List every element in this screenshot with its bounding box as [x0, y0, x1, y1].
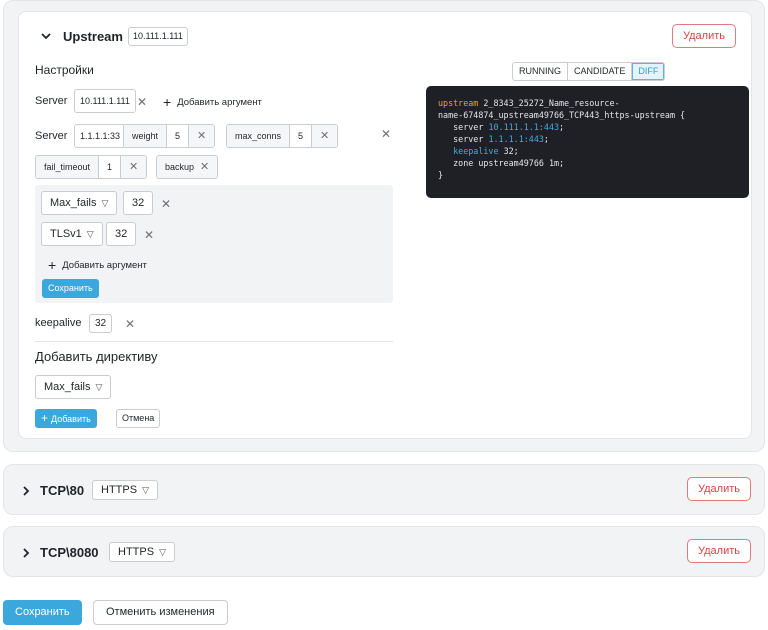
protocol-value: HTTPS [118, 546, 155, 558]
close-icon[interactable]: ✕ [121, 156, 147, 178]
upstream-address-tag: 10.111.1.111 [128, 27, 188, 46]
view-mode-diff[interactable]: DIFF [632, 63, 665, 80]
param-value[interactable]: 5 [167, 125, 190, 147]
tcp80-title: TCP\80 [40, 483, 85, 498]
code-text: 32; [503, 146, 519, 156]
upstream-panel: Upstream 10.111.1.111 Удалить Настройки … [3, 0, 765, 452]
chevron-down-icon: ▽ [159, 547, 166, 557]
code-text: server [453, 122, 484, 132]
tcp8080-title: TCP\8080 [40, 545, 99, 560]
weight-param: weight 5 ✕ [123, 124, 216, 148]
close-icon[interactable]: ✕ [161, 198, 171, 210]
keepalive-label: keepalive [35, 317, 82, 329]
max-conns-param: max_conns 5 ✕ [226, 124, 339, 148]
param-select-value: TLSv1 [50, 228, 82, 240]
param-name: backup [157, 156, 198, 178]
backup-param: backup ✕ [156, 155, 219, 179]
delete-upstream-button[interactable]: Удалить [672, 24, 736, 48]
view-mode-running[interactable]: RUNNING [513, 63, 568, 80]
param-name: weight [124, 125, 168, 147]
close-icon[interactable]: ✕ [137, 96, 147, 108]
server-address-field[interactable]: 1.1.1.1:33 [74, 124, 127, 148]
upstream-card: Upstream 10.111.1.111 Удалить Настройки … [18, 11, 752, 439]
keepalive-value-field[interactable]: 32 [89, 314, 113, 333]
close-icon[interactable]: ✕ [189, 125, 215, 147]
chevron-down-icon: ▽ [142, 485, 149, 495]
param-select[interactable]: TLSv1 ▽ [41, 222, 103, 246]
add-directive-button[interactable]: + Добавить [35, 409, 97, 428]
param-select[interactable]: Max_fails ▽ [41, 191, 118, 215]
param-value-field[interactable]: 32 [123, 191, 154, 215]
param-value-field[interactable]: 32 [106, 222, 137, 246]
code-ip: 10.111.1.1:443 [488, 122, 560, 132]
code-text: name-674874_upstream49766_TCP443_https-u… [438, 110, 686, 120]
server-label: Server [35, 130, 68, 142]
close-icon[interactable]: ✕ [197, 156, 218, 178]
chevron-right-icon[interactable] [19, 546, 33, 560]
tcp80-protocol-select[interactable]: HTTPS ▽ [92, 480, 158, 500]
delete-tcp80-button[interactable]: Удалить [687, 477, 751, 501]
code-text: zone upstream49766 1m; [453, 158, 565, 168]
tcp8080-protocol-select[interactable]: HTTPS ▽ [109, 542, 175, 562]
plus-icon: + [41, 411, 49, 425]
add-directive-title: Добавить директиву [35, 349, 158, 364]
close-icon[interactable]: ✕ [125, 318, 135, 330]
chevron-down-icon: ▽ [86, 229, 94, 239]
plus-icon: + [48, 257, 57, 273]
config-preview: upstream 2_8343_25272_Name_resource- nam… [426, 86, 749, 198]
cancel-directive-button[interactable]: Отмена [116, 409, 161, 428]
delete-tcp8080-button[interactable]: Удалить [687, 539, 751, 563]
upstream-title: Upstream [63, 29, 123, 44]
code-text: server [453, 134, 484, 144]
tcp8080-panel[interactable]: TCP\8080 HTTPS ▽ Удалить [3, 526, 765, 577]
add-argument-button[interactable]: + Добавить аргумент [48, 257, 147, 273]
param-name: fail_timeout [36, 156, 100, 178]
param-value[interactable]: 5 [290, 125, 313, 147]
code-keyword: upstream [438, 98, 479, 108]
argument-editor: Max_fails ▽ 32 ✕ TLSv1 ▽ 32 ✕ + Добавить ар… [35, 185, 393, 303]
add-argument-button[interactable]: + Добавить аргумент [163, 94, 262, 110]
param-value[interactable]: 1 [99, 156, 122, 178]
code-ip: 1.1.1.1:443 [488, 134, 544, 144]
chevron-down-icon[interactable] [39, 29, 53, 43]
code-text: } [438, 170, 444, 180]
tcp80-panel[interactable]: TCP\80 HTTPS ▽ Удалить [3, 464, 765, 515]
view-mode-switch: RUNNING CANDIDATE DIFF [512, 62, 666, 81]
divider [35, 341, 393, 342]
param-name: max_conns [227, 125, 291, 147]
server-label: Server [35, 95, 68, 107]
protocol-value: HTTPS [101, 484, 138, 496]
close-icon[interactable]: ✕ [381, 128, 391, 140]
close-icon[interactable]: ✕ [312, 125, 338, 147]
settings-label: Настройки [35, 63, 94, 77]
close-icon[interactable]: ✕ [144, 229, 154, 241]
code-text: 2_8343_25272_Name_resource- [478, 98, 620, 108]
param-select-value: Max_fails [50, 197, 97, 209]
plus-icon: + [163, 94, 172, 110]
chevron-down-icon: ▽ [95, 382, 103, 392]
directive-select[interactable]: Max_fails ▽ [35, 375, 112, 399]
add-argument-label: Добавить аргумент [177, 97, 262, 108]
add-directive-label: Добавить [51, 414, 91, 424]
save-button[interactable]: Сохранить [3, 600, 82, 625]
save-argument-button[interactable]: Сохранить [42, 279, 99, 298]
cancel-changes-button[interactable]: Отменить изменения [93, 600, 228, 625]
fail-timeout-param: fail_timeout 1 ✕ [35, 155, 148, 179]
add-argument-label: Добавить аргумент [62, 260, 147, 271]
code-keyword: keepalive [453, 146, 499, 156]
directive-select-value: Max_fails [44, 381, 91, 393]
chevron-right-icon[interactable] [19, 484, 33, 498]
view-mode-candidate[interactable]: CANDIDATE [568, 63, 633, 80]
chevron-down-icon: ▽ [101, 198, 109, 208]
server-address-field[interactable]: 10.111.1.111 [74, 89, 136, 113]
